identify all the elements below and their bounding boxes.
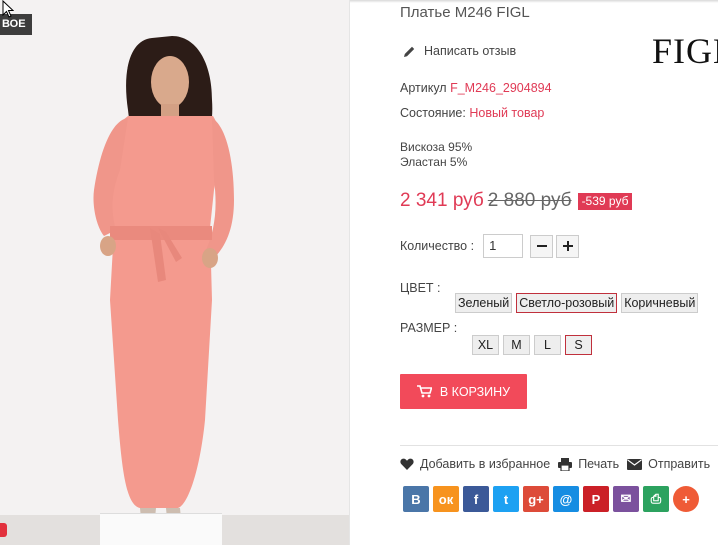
cart-icon	[416, 385, 432, 398]
condition-value: Новый товар	[469, 106, 545, 120]
separator	[400, 445, 718, 446]
email-icon[interactable]: ✉	[613, 486, 639, 512]
mail-ru-icon[interactable]: @	[553, 486, 579, 512]
add-to-cart-label: В КОРЗИНУ	[439, 384, 511, 399]
odnoklassniki-icon[interactable]: ок	[433, 486, 459, 512]
quantity-label: Количество :	[400, 239, 475, 253]
add-to-cart-button[interactable]: В КОРЗИНУ	[400, 374, 527, 409]
size-option-l[interactable]: L	[534, 335, 561, 355]
sku-row: Артикул F_M246_2904894	[400, 81, 552, 95]
quantity-row: Количество : 1	[400, 234, 580, 258]
quantity-decrease-button[interactable]	[530, 234, 554, 258]
pencil-icon	[404, 46, 415, 57]
brand-logo[interactable]: FIGL	[652, 30, 718, 72]
old-price: 2 880 руб	[487, 190, 572, 211]
mouse-cursor-icon	[2, 0, 14, 18]
color-option-light-pink[interactable]: Светло-розовый	[516, 293, 618, 313]
sku-value: F_M246_2904894	[450, 81, 552, 95]
print-share-icon[interactable]: ⎙	[643, 486, 669, 512]
google-plus-icon[interactable]: g+	[523, 486, 549, 512]
facebook-icon[interactable]: f	[463, 486, 489, 512]
size-option-s[interactable]: S	[565, 335, 592, 355]
thumbnail-strip[interactable]	[100, 513, 222, 545]
more-share-icon[interactable]: +	[673, 486, 699, 512]
size-label: РАЗМЕР :	[400, 321, 458, 335]
product-title: Платье M246 FIGL	[400, 4, 530, 21]
heart-icon	[400, 458, 414, 470]
condition-row: Состояние: Новый товар	[400, 106, 544, 120]
vk-icon[interactable]: В	[403, 486, 429, 512]
pinterest-icon[interactable]: P	[583, 486, 609, 512]
printer-icon	[558, 457, 573, 471]
twitter-icon[interactable]: t	[493, 486, 519, 512]
sku-label: Артикул	[400, 81, 447, 95]
print-link[interactable]: Печать	[558, 457, 619, 471]
size-options: XL M L S	[472, 335, 596, 355]
size-option-m[interactable]: M	[503, 335, 530, 355]
print-label: Печать	[578, 457, 620, 471]
plus-icon	[562, 241, 573, 251]
composition: Вискоза 95% Эластан 5%	[400, 140, 472, 170]
add-to-favorites-label: Добавить в избранное	[420, 457, 551, 471]
product-photo[interactable]: ВОЕ	[0, 0, 349, 545]
color-label: ЦВЕТ :	[400, 281, 441, 295]
chat-widget-tab[interactable]	[0, 523, 7, 537]
quantity-increase-button[interactable]	[556, 234, 580, 258]
discount-badge: -539 руб	[577, 192, 633, 210]
model-dress-image	[93, 36, 234, 530]
condition-label: Состояние:	[400, 106, 466, 120]
social-share-bar: Вок f t g+ @ P ✉ ⎙ +	[403, 486, 703, 512]
composition-line: Вискоза 95%	[400, 140, 473, 154]
send-label: Отправить	[648, 457, 711, 471]
envelope-icon	[627, 458, 643, 470]
color-options: Зеленый Светло-розовый Коричневый	[455, 293, 702, 313]
price-row: 2 341 руб 2 880 руб -539 руб	[400, 190, 633, 212]
write-review-label: Написать отзыв	[424, 44, 517, 58]
column-divider	[349, 0, 350, 545]
send-link[interactable]: Отправить	[627, 457, 710, 471]
write-review-link[interactable]: Написать отзыв	[403, 44, 516, 58]
color-option-brown[interactable]: Коричневый	[621, 293, 699, 313]
composition-line: Эластан 5%	[400, 155, 468, 169]
color-option-green[interactable]: Зеленый	[455, 293, 513, 313]
current-price: 2 341 руб	[400, 190, 484, 211]
product-actions: Добавить в избранное Печать Отправить	[400, 457, 718, 471]
minus-icon	[536, 245, 547, 247]
add-to-favorites-link[interactable]: Добавить в избранное	[400, 457, 550, 471]
quantity-input[interactable]: 1	[483, 234, 524, 258]
size-option-xl[interactable]: XL	[472, 335, 499, 355]
